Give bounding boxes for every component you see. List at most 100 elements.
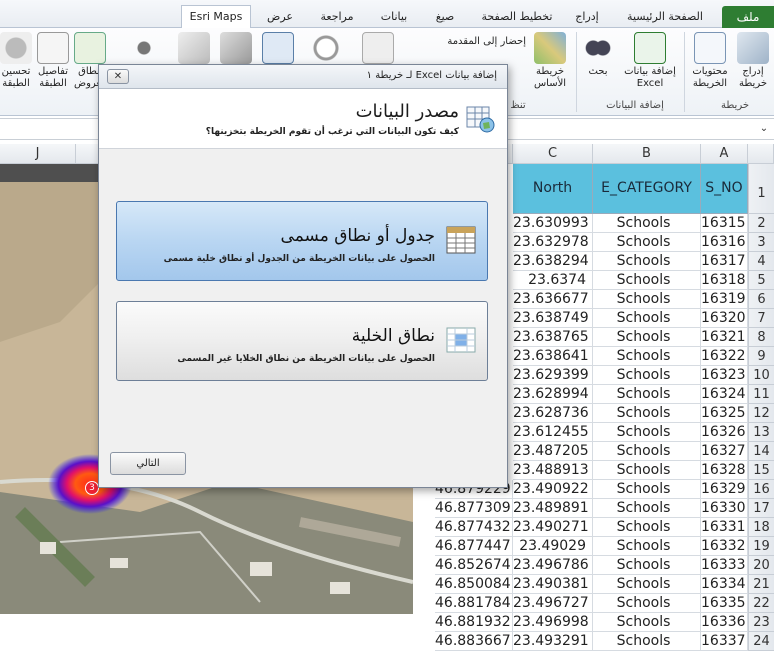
tab-insert[interactable]: إدراج — [565, 6, 609, 28]
cell-sno[interactable]: 16324 — [701, 385, 748, 404]
row-header[interactable]: 9 — [748, 347, 774, 366]
row-header[interactable]: 7 — [748, 309, 774, 328]
cell-category[interactable]: Schools — [593, 556, 701, 575]
cluster-button[interactable] — [126, 32, 162, 66]
cell-sno[interactable]: 16318 — [701, 271, 748, 290]
cell-east[interactable]: 46.877447 — [435, 537, 513, 556]
column-header-c[interactable]: C — [513, 144, 593, 164]
cell-category[interactable]: Schools — [593, 385, 701, 404]
cell-category[interactable]: Schools — [593, 442, 701, 461]
cell-category[interactable]: Schools — [593, 480, 701, 499]
cell-category[interactable]: Schools — [593, 290, 701, 309]
cell-category[interactable]: Schools — [593, 309, 701, 328]
option-cell-range[interactable]: نطاق الخلية الحصول على بيانات الخريطة من… — [116, 301, 488, 381]
cell-sno[interactable]: 16330 — [701, 499, 748, 518]
row-header[interactable]: 21 — [748, 575, 774, 594]
cell-sno[interactable]: 16328 — [701, 461, 748, 480]
cell-category[interactable]: Schools — [593, 613, 701, 632]
cell-category[interactable]: Schools — [593, 271, 701, 290]
next-button[interactable]: التالي — [110, 452, 186, 475]
cell-sno[interactable]: 16334 — [701, 575, 748, 594]
row-header[interactable]: 6 — [748, 290, 774, 309]
cell-north[interactable]: 23.490381 — [513, 575, 593, 594]
tab-data[interactable]: بيانات — [372, 6, 416, 28]
row-header[interactable]: 3 — [748, 233, 774, 252]
row-header[interactable]: 23 — [748, 613, 774, 632]
row-header[interactable]: 14 — [748, 442, 774, 461]
cell-east[interactable]: 46.881932 — [435, 613, 513, 632]
row-header[interactable]: 10 — [748, 366, 774, 385]
cell-category[interactable]: Schools — [593, 347, 701, 366]
close-button[interactable]: ✕ — [107, 69, 129, 84]
row-header[interactable]: 18 — [748, 518, 774, 537]
column-header-j[interactable]: J — [0, 144, 76, 164]
cell-category[interactable]: Schools — [593, 214, 701, 233]
cell-east[interactable]: 46.877309 — [435, 499, 513, 518]
bring-to-front-button[interactable]: إحضار إلى المقدمة — [418, 36, 526, 48]
ruler-button[interactable] — [218, 32, 254, 66]
cell-sno[interactable]: 16322 — [701, 347, 748, 366]
add-excel-data-button[interactable]: إضافة بيانات Excel — [620, 32, 680, 90]
cell-sno[interactable]: 16337 — [701, 632, 748, 651]
cluster-marker[interactable]: 3 — [85, 481, 99, 495]
cell-north[interactable]: 23.632978 — [513, 233, 593, 252]
cell-north[interactable]: 23.487205 — [513, 442, 593, 461]
cell-category[interactable]: Schools — [593, 233, 701, 252]
cell-sno[interactable]: 16329 — [701, 480, 748, 499]
row-header[interactable]: 4 — [748, 252, 774, 271]
map-contents-button[interactable]: محتويات الخريطة — [688, 32, 732, 90]
row-header[interactable]: 2 — [748, 214, 774, 233]
cell-sno[interactable]: 16320 — [701, 309, 748, 328]
cell-north[interactable]: 23.488913 — [513, 461, 593, 480]
header-cell-north[interactable]: North — [513, 164, 593, 214]
cell-category[interactable]: Schools — [593, 404, 701, 423]
search-button[interactable]: بحث — [580, 32, 616, 78]
tab-review[interactable]: مراجعة — [312, 6, 362, 28]
cell-north[interactable]: 23.489891 — [513, 499, 593, 518]
row-header[interactable]: 12 — [748, 404, 774, 423]
cell-category[interactable]: Schools — [593, 461, 701, 480]
cell-category[interactable]: Schools — [593, 252, 701, 271]
tab-page-layout[interactable]: تخطيط الصفحة — [476, 6, 558, 28]
row-header[interactable]: 5 — [748, 271, 774, 290]
insert-map-button[interactable]: إدراج خريطة — [733, 32, 773, 90]
cell-sno[interactable]: 16316 — [701, 233, 748, 252]
cell-category[interactable]: Schools — [593, 632, 701, 651]
cell-north[interactable]: 23.638765 — [513, 328, 593, 347]
row-header[interactable]: 8 — [748, 328, 774, 347]
tab-view[interactable]: عرض — [260, 6, 300, 28]
layer-details-button[interactable]: تفاصيل الطبقة — [34, 32, 72, 90]
header-cell-category[interactable]: E_CATEGORY — [593, 164, 701, 214]
cell-sno[interactable]: 16332 — [701, 537, 748, 556]
cell-north[interactable]: 23.638294 — [513, 252, 593, 271]
eraser-button[interactable] — [176, 32, 212, 66]
cell-sno[interactable]: 16315 — [701, 214, 748, 233]
cell-sno[interactable]: 16326 — [701, 423, 748, 442]
cell-sno[interactable]: 16321 — [701, 328, 748, 347]
measure-button[interactable] — [360, 32, 396, 66]
tab-file[interactable]: ملف — [722, 6, 774, 28]
cell-category[interactable]: Schools — [593, 537, 701, 556]
column-header-a[interactable]: A — [701, 144, 748, 164]
cell-sno[interactable]: 16333 — [701, 556, 748, 575]
cell-category[interactable]: Schools — [593, 423, 701, 442]
cell-east[interactable]: 46.881784 — [435, 594, 513, 613]
select-button[interactable] — [260, 32, 296, 66]
cell-north[interactable]: 23.628736 — [513, 404, 593, 423]
chevron-down-icon[interactable]: ⌄ — [756, 121, 772, 137]
cell-sno[interactable]: 16335 — [701, 594, 748, 613]
cell-category[interactable]: Schools — [593, 518, 701, 537]
cell-north[interactable]: 23.629399 — [513, 366, 593, 385]
cell-sno[interactable]: 16319 — [701, 290, 748, 309]
basemap-button[interactable]: خريطة الأساس — [528, 32, 572, 90]
row-header[interactable]: 20 — [748, 556, 774, 575]
row-header[interactable]: 17 — [748, 499, 774, 518]
zoom-button[interactable] — [308, 32, 344, 66]
cell-sno[interactable]: 16336 — [701, 613, 748, 632]
cell-east[interactable]: 46.877432 — [435, 518, 513, 537]
select-all-corner[interactable] — [748, 144, 774, 164]
row-header[interactable]: 1 — [748, 164, 774, 214]
option-table-or-named-range[interactable]: جدول أو نطاق مسمى الحصول على بيانات الخر… — [116, 201, 488, 281]
column-header-b[interactable]: B — [593, 144, 701, 164]
cell-sno[interactable]: 16317 — [701, 252, 748, 271]
